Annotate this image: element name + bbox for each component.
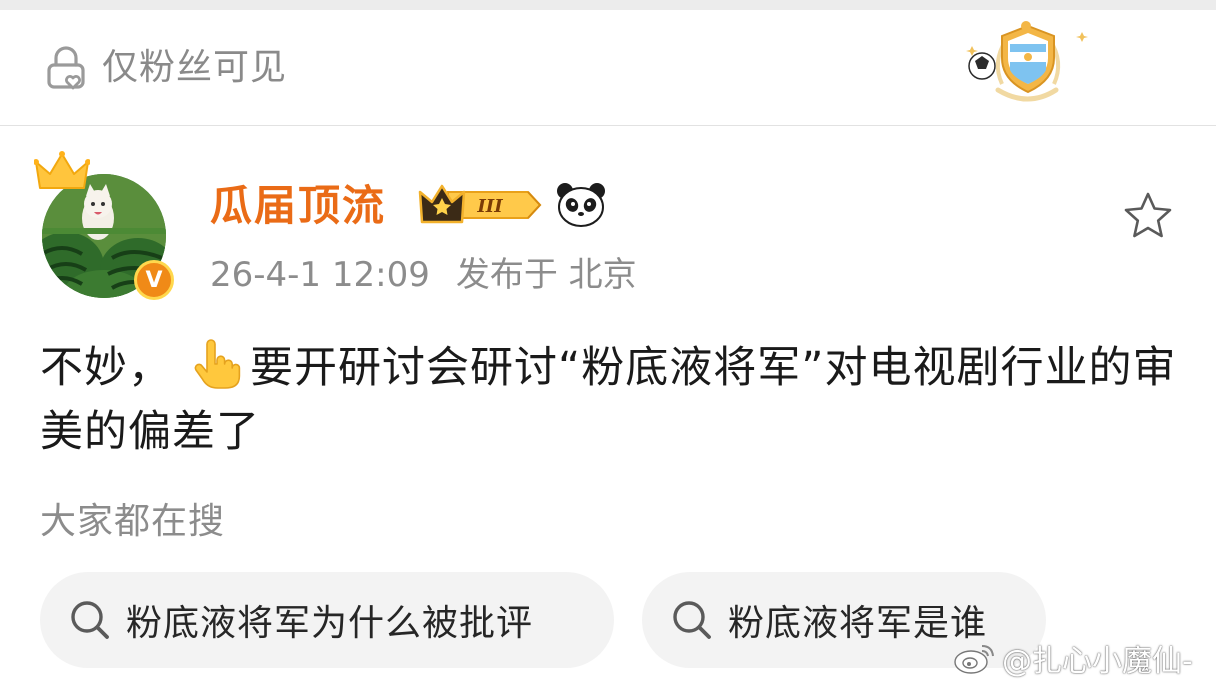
- crown-icon: [34, 151, 90, 189]
- search-icon: [71, 601, 109, 639]
- post-meta: 26-4-1 12:09 发布于 北京: [210, 250, 637, 300]
- search-suggestion-label: 粉底液将军是谁: [728, 603, 988, 644]
- panda-icon: [557, 183, 605, 227]
- weibo-logo-icon: [954, 645, 994, 674]
- visibility-label: 仅粉丝可见: [102, 47, 288, 88]
- author-name[interactable]: 瓜届顶流: [210, 178, 386, 234]
- lock-heart-icon: [47, 46, 85, 90]
- pointing-up-hand-icon: [194, 339, 241, 389]
- search-suggestion-chip[interactable]: 粉底液将军为什么被批评: [40, 572, 614, 668]
- visibility-indicator: 仅粉丝可见: [42, 44, 287, 92]
- star-outline-icon[interactable]: [1122, 190, 1174, 242]
- watermark-handle: @扎心小魔仙-: [1002, 644, 1193, 679]
- post-body: 不妙， 要开研讨会研讨“粉底液将军”对电视剧行业的审美的偏差了: [40, 336, 1180, 464]
- status-strip: [0, 0, 1216, 10]
- trending-search-title: 大家都在搜: [40, 501, 226, 542]
- post-location: 发布于 北京: [455, 255, 637, 295]
- member-level: III: [476, 196, 503, 217]
- argentina-shield-badge-icon[interactable]: [962, 18, 1092, 104]
- header-divider: [0, 125, 1216, 126]
- watermark: @扎心小魔仙-: [952, 636, 1193, 680]
- search-suggestion-label: 粉底液将军为什么被批评: [126, 603, 534, 644]
- crown-member-badge-icon[interactable]: III: [418, 182, 544, 228]
- search-icon: [673, 601, 711, 639]
- post-timestamp: 26-4-1 12:09: [210, 255, 430, 295]
- post-text-start: 不妙，: [40, 343, 172, 393]
- author-avatar-group[interactable]: V: [34, 150, 174, 300]
- verified-badge: V: [134, 260, 174, 300]
